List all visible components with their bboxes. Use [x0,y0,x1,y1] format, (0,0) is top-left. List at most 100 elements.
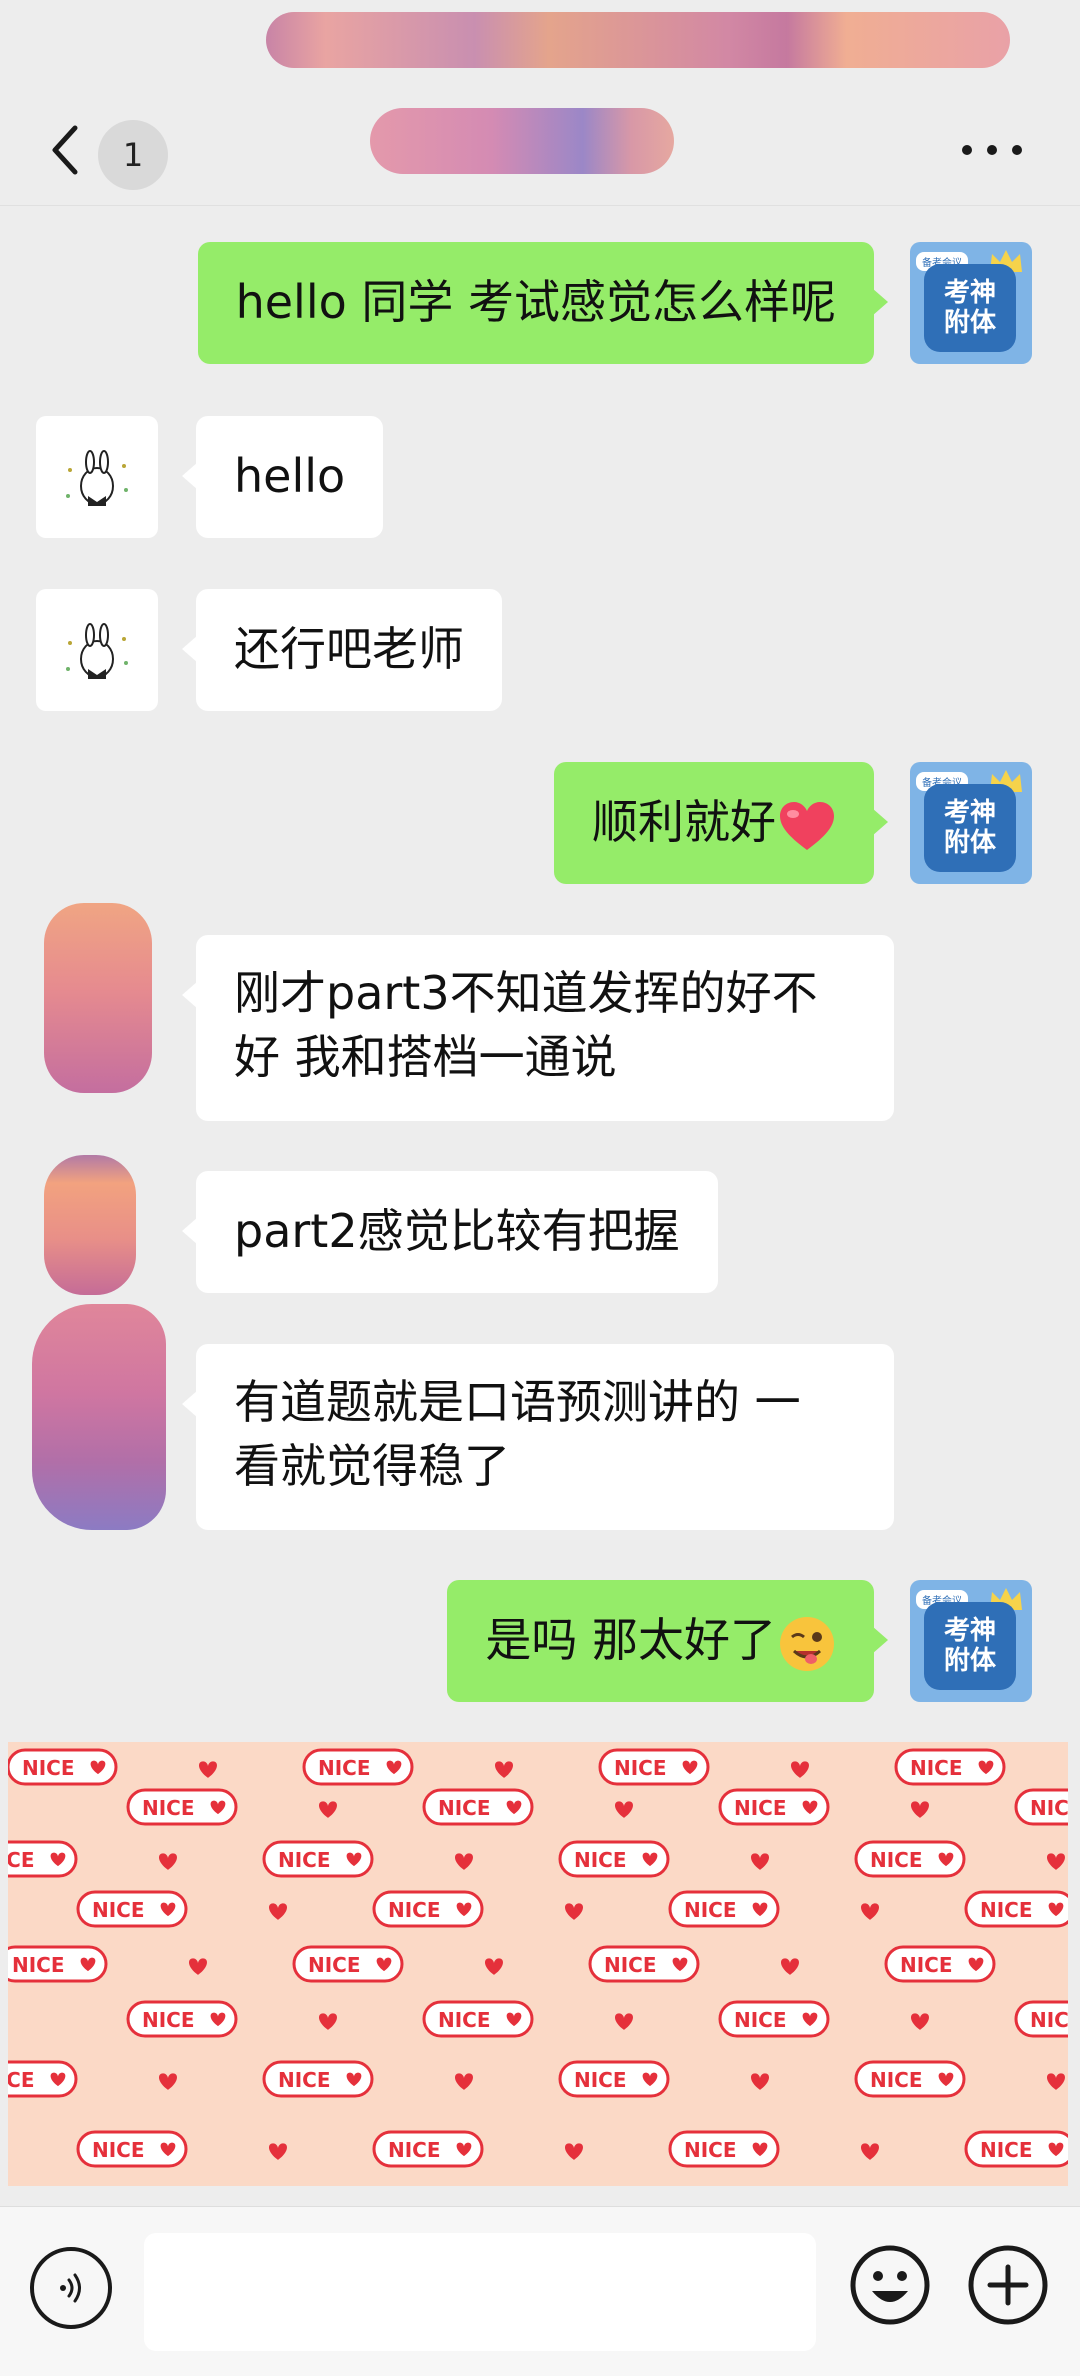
svg-text:NICE: NICE [92,1898,145,1922]
my-avatar[interactable]: 备考会议 考神附体 [910,242,1032,364]
svg-text:NICE: NICE [318,1756,371,1780]
svg-text:NICE: NICE [734,2008,787,2032]
heart-icon [860,1903,880,1920]
svg-text:NICE: NICE [22,1756,75,1780]
svg-text:NICE: NICE [92,2138,145,2162]
heart-icon [564,2143,584,2160]
heart-icon [268,1903,288,1920]
obscured-status-bar [266,12,1010,68]
heart-icon [268,2143,288,2160]
dot-icon [962,145,972,155]
bunny-icon [66,450,128,506]
message-text: 是吗 那太好了 [485,1613,776,1667]
message-text-line: 看就觉得稳了 [234,1439,510,1493]
avatar-badge: 考神 附体 [924,784,1016,872]
svg-text:NICE: NICE [734,1796,787,1820]
svg-text:NICE: NICE [574,2068,627,2092]
svg-text:NICE: NICE [388,2138,441,2162]
voice-input-button[interactable] [30,2247,112,2329]
svg-text:NICE: NICE [142,1796,195,1820]
svg-text:NICE: NICE [870,2068,923,2092]
heart-icon [790,1761,810,1778]
svg-text:NICE: NICE [308,1953,361,1977]
nice-tag: NICE [8,2060,78,2098]
svg-text:NICE: NICE [388,1898,441,1922]
heart-icon [484,1958,504,1975]
dot-icon [1012,145,1022,155]
heart-icon [454,2073,474,2090]
chat-header: 1 [0,96,1080,206]
voice-icon [60,2273,81,2303]
nice-tag: NICE [8,1840,78,1878]
heart-icon [454,1853,474,1870]
svg-text:NICE: NICE [12,1953,65,1977]
contact-avatar[interactable] [36,589,158,711]
my-avatar[interactable]: 备考会议 考神附体 [910,1580,1032,1702]
svg-text:NICE: NICE [8,2068,35,2092]
more-options-button[interactable] [962,130,1022,170]
avatar-badge: 考神 附体 [924,264,1016,352]
red-heart-icon [780,801,834,850]
bunny-icon [66,623,128,679]
svg-text:NICE: NICE [900,1953,953,1977]
heart-icon [750,2073,770,2090]
message-bubble[interactable]: 还行吧老师 [182,589,502,711]
svg-text:NICE: NICE [1030,1796,1068,1820]
dot-icon [987,145,997,155]
more-functions-button[interactable] [966,2243,1050,2327]
unread-count-badge: 1 [98,120,168,190]
back-button[interactable] [38,114,90,186]
my-avatar[interactable]: 备考会议 考神附体 [910,762,1032,884]
smiley-icon [850,2245,930,2325]
sticker-pattern: NICE NICE NICE NICE NICE NICE NICE NICE NICE NICE… [8,1748,1068,2168]
message-row: hello [0,416,1080,538]
message-bubble[interactable]: hello [181,416,384,538]
message-text-line: 刚才part3不知道发挥的好不 [234,966,818,1020]
emoji-button[interactable] [848,2243,932,2327]
svg-text:NICE: NICE [278,1848,331,1872]
heart-icon [564,1903,584,1920]
chat-screen: 1 hello 同学 考试感觉怎么样呢 备考会议 考神附体 [0,0,1080,2376]
heart-icon [910,1801,930,1818]
message-bubble[interactable]: 顺利就好 [554,762,888,884]
nice-sticker-image[interactable]: NICE NICE NICE NICE NICE NICE NICE NICE NICE NICE… [8,1742,1068,2186]
svg-text:NICE: NICE [980,2138,1033,2162]
svg-text:NICE: NICE [684,1898,737,1922]
message-row: 刚才part3不知道发挥的好不 好 我和搭档一通说 [0,903,1080,1121]
heart-icon [750,1853,770,1870]
message-bubble[interactable]: 刚才part3不知道发挥的好不 好 我和搭档一通说 [182,935,894,1121]
svg-text:NICE: NICE [614,1756,667,1780]
nice-tag: NICE [1014,1788,1068,1826]
message-bubble[interactable]: 有道题就是口语预测讲的 一 看就觉得稳了 [182,1344,894,1530]
svg-text:NICE: NICE [980,1898,1033,1922]
heart-icon [318,1801,338,1818]
avatar-badge: 考神 附体 [924,1602,1016,1690]
message-input[interactable] [144,2233,816,2351]
obscured-contact-avatar[interactable] [44,1155,136,1295]
obscured-contact-avatar[interactable] [44,903,152,1093]
svg-text:NICE: NICE [142,2008,195,2032]
nice-tag: NICE [1014,2000,1068,2038]
heart-icon [910,2013,930,2030]
svg-text:NICE: NICE [604,1953,657,1977]
message-text: hello 同学 考试感觉怎么样呢 [235,275,836,329]
obscured-contact-avatar[interactable] [32,1304,166,1530]
message-row: 有道题就是口语预测讲的 一 看就觉得稳了 [0,1304,1080,1530]
svg-text:NICE: NICE [438,1796,491,1820]
svg-text:NICE: NICE [574,1848,627,1872]
message-text: hello [234,449,346,503]
message-bubble[interactable]: hello 同学 考试感觉怎么样呢 [197,242,889,364]
heart-icon [198,1761,218,1778]
message-row: hello 同学 考试感觉怎么样呢 备考会议 考神附体 [0,242,1080,364]
message-bubble[interactable]: part2感觉比较有把握 [182,1171,718,1293]
heart-icon [158,2073,178,2090]
contact-avatar[interactable] [36,416,158,538]
message-text: part2感觉比较有把握 [234,1204,680,1258]
message-row: part2感觉比较有把握 [0,1155,1080,1295]
obscured-chat-title [370,108,674,174]
svg-text:NICE: NICE [910,1756,963,1780]
message-bubble[interactable]: 是吗 那太好了 [447,1580,888,1702]
plus-icon [968,2245,1048,2325]
svg-text:NICE: NICE [870,1848,923,1872]
svg-text:NICE: NICE [8,1848,35,1872]
